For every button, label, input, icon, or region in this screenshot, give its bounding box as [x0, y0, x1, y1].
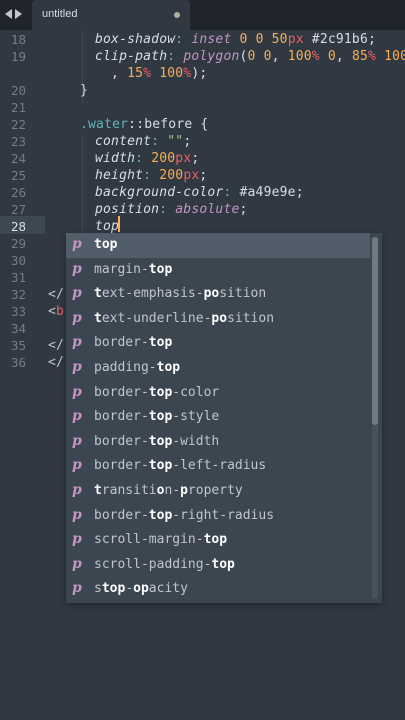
autocomplete-item[interactable]: p transition-property — [66, 479, 370, 504]
property-kind-icon: p — [72, 432, 82, 449]
line-number: 31 — [10, 270, 26, 285]
autocomplete-item[interactable]: p top — [66, 233, 370, 258]
autocomplete-item-label: top — [94, 237, 118, 252]
line-number: 19 — [10, 49, 26, 64]
property-kind-icon: p — [72, 260, 82, 277]
line-number: 28 — [10, 219, 26, 234]
code-line-36: </ — [48, 355, 65, 370]
autocomplete-item-label: transition-property — [94, 483, 243, 498]
autocomplete-item[interactable]: p border-top-style — [66, 405, 370, 430]
property-kind-icon: p — [72, 383, 82, 400]
autocomplete-item-label: stop-opacity — [94, 581, 188, 597]
autocomplete-scroll-thumb[interactable] — [372, 237, 378, 425]
line-number-gutter: 18 19 20 21 22 23 24 25 26 27 28 29 30 31 32 33 34 35 36 — [0, 30, 30, 720]
tab-bar: untitled — [0, 0, 405, 30]
line-number: 26 — [10, 185, 26, 200]
code-line-32: </ — [48, 287, 65, 302]
code-line-25: height: 200px; — [95, 168, 208, 183]
autocomplete-item[interactable]: p margin-top — [66, 258, 370, 283]
autocomplete-item-label: text-emphasis-position — [94, 286, 267, 302]
autocomplete-item[interactable]: p scroll-padding-top — [66, 553, 370, 578]
line-number: 27 — [10, 202, 26, 217]
property-kind-icon: p — [72, 531, 82, 548]
property-kind-icon: p — [72, 580, 82, 597]
code-line-35: </ — [48, 338, 65, 353]
autocomplete-item[interactable]: p text-underline-position — [66, 307, 370, 332]
unsaved-dot-icon[interactable] — [174, 12, 180, 18]
autocomplete-item-label: scroll-padding-top — [94, 556, 235, 572]
property-kind-icon: p — [72, 334, 82, 351]
autocomplete-item[interactable]: p stop-opacity — [66, 577, 370, 602]
autocomplete-item-label: padding-top — [94, 360, 181, 375]
autocomplete-item[interactable]: p padding-top — [66, 356, 370, 381]
code-line-19-wrap: , 15% 100%); — [111, 66, 208, 81]
autocomplete-item-label: text-underline-position — [94, 310, 275, 326]
autocomplete-item[interactable]: p scroll-margin-top — [66, 528, 370, 553]
autocomplete-item[interactable]: p border-top-right-radius — [66, 504, 370, 529]
autocomplete-item[interactable]: p border-top-width — [66, 430, 370, 455]
line-number: 21 — [10, 100, 26, 115]
autocomplete-item-label: border-top-style — [94, 409, 220, 425]
code-line-23: content: ""; — [95, 134, 192, 149]
autocomplete-item-label: border-top-right-radius — [94, 507, 275, 523]
autocomplete-popup[interactable]: p top p margin-top p text-emphasis-position p t… — [66, 233, 382, 603]
property-kind-icon: p — [72, 359, 82, 375]
property-kind-icon: p — [72, 457, 82, 474]
property-kind-icon: p — [72, 236, 82, 252]
code-line-33: <b — [48, 304, 65, 319]
property-kind-icon: p — [72, 506, 82, 523]
property-kind-icon: p — [72, 309, 82, 326]
code-line-22: .water::before { — [80, 117, 209, 132]
line-number: 22 — [10, 117, 26, 132]
autocomplete-item[interactable]: p border-top — [66, 331, 370, 356]
forward-arrow-icon[interactable] — [15, 9, 22, 19]
property-kind-icon: p — [72, 408, 82, 425]
autocomplete-item-label: border-top — [94, 335, 173, 351]
property-kind-icon: p — [72, 482, 82, 498]
code-line-19: clip-path: polygon(0 0, 100% 0, 85% 100%… — [95, 49, 405, 64]
line-number: 35 — [10, 338, 26, 353]
line-number: 24 — [10, 151, 26, 166]
text-cursor — [118, 216, 120, 232]
line-number: 34 — [10, 321, 26, 336]
autocomplete-item[interactable]: p border-top-left-radius — [66, 454, 370, 479]
line-number: 25 — [10, 168, 26, 183]
line-number: 20 — [10, 83, 26, 98]
line-number: 30 — [10, 253, 26, 268]
autocomplete-item-label: border-top-color — [94, 384, 220, 400]
line-number: 32 — [10, 287, 26, 302]
autocomplete-item-label: border-top-width — [94, 433, 220, 449]
line-number: 23 — [10, 134, 26, 149]
tab-title: untitled — [42, 8, 78, 20]
tab-untitled[interactable]: untitled — [32, 0, 190, 30]
line-number: 36 — [10, 355, 26, 370]
autocomplete-item-label: scroll-margin-top — [94, 532, 228, 548]
code-line-24: width: 200px; — [95, 151, 200, 166]
autocomplete-item[interactable]: p text-emphasis-position — [66, 282, 370, 307]
line-number: 29 — [10, 236, 26, 251]
property-kind-icon: p — [72, 555, 82, 572]
indent-guide — [82, 135, 83, 235]
code-line-18: box-shadow: inset 0 0 50px #2c91b6; — [95, 32, 377, 47]
autocomplete-item-label: margin-top — [94, 261, 173, 277]
line-number: 18 — [10, 32, 26, 47]
line-number: 33 — [10, 304, 26, 319]
back-arrow-icon[interactable] — [5, 9, 12, 19]
code-line-26: background-color: #a49e9e; — [95, 185, 304, 200]
property-kind-icon: p — [72, 285, 82, 302]
autocomplete-item[interactable]: p border-top-color — [66, 381, 370, 406]
autocomplete-item-label: border-top-left-radius — [94, 458, 267, 474]
code-line-20: } — [80, 83, 89, 98]
